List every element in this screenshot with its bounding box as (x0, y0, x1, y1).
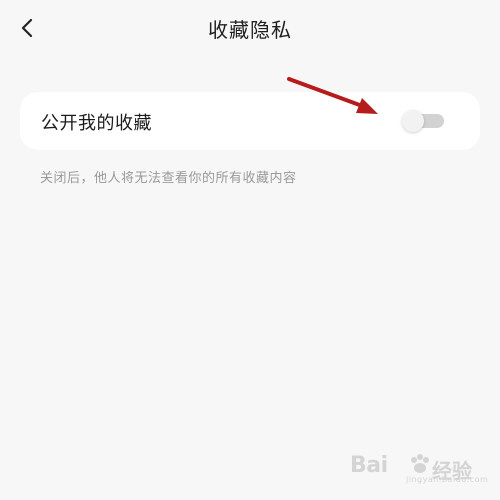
public-favorites-label: 公开我的收藏 (41, 113, 152, 134)
public-favorites-toggle[interactable] (402, 110, 446, 132)
watermark-brand: Bai (350, 453, 388, 478)
annotation-arrow (287, 77, 378, 114)
watermark-url: jingyan.baidu.com (406, 475, 489, 484)
privacy-settings-screen: 收藏隐私 公开我的收藏 关闭后，他人将无法查看你的所有收藏内容 Bai 经验 j… (0, 0, 500, 500)
paw-icon (411, 454, 429, 473)
baidu-watermark: Bai 经验 jingyan.baidu.com (350, 447, 488, 487)
public-favorites-setting-row: 公开我的收藏 (20, 92, 480, 150)
toggle-knob (402, 110, 424, 132)
page-title: 收藏隐私 (208, 18, 292, 42)
header-bar: 收藏隐私 (0, 0, 500, 56)
privacy-hint-text: 关闭后，他人将无法查看你的所有收藏内容 (40, 171, 297, 186)
watermark-brand-cn: 经验 (432, 459, 472, 483)
